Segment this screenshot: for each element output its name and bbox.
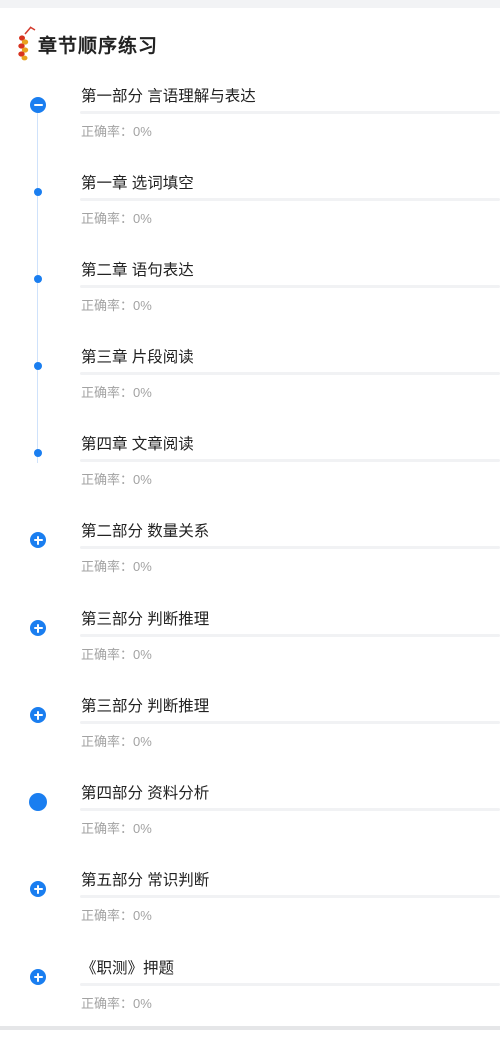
timeline-dot-icon[interactable] [34,275,42,283]
section-header: 章节顺序练习 [16,24,158,64]
accuracy-label: 正确率：0% [81,821,152,836]
chapter-title[interactable]: 第五部分 常识判断 [81,870,209,892]
chapter-item[interactable]: 第三章 片段阅读正确率：0% [0,347,500,434]
accuracy-label: 正确率：0% [81,734,152,749]
chapter-item[interactable]: 第一章 选词填空正确率：0% [0,173,500,260]
collapse-minus-icon[interactable] [30,97,46,113]
firecracker-icon [18,26,36,61]
chapter-item[interactable]: 第三部分 判断推理正确率：0% [0,609,500,696]
accuracy-label: 正确率：0% [81,385,152,400]
chapter-title[interactable]: 第一章 选词填空 [81,173,194,195]
accuracy-label: 正确率：0% [81,211,152,226]
progress-bar [80,895,500,898]
chapter-item[interactable]: 第二部分 数量关系正确率：0% [0,521,500,608]
accuracy-label: 正确率：0% [81,996,152,1011]
accuracy-label: 正确率：0% [81,472,152,487]
progress-bar [80,198,500,201]
chapter-title[interactable]: 第一部分 言语理解与表达 [81,86,256,108]
chapter-title[interactable]: 第四部分 资料分析 [81,783,209,805]
timeline-dot-icon[interactable] [34,188,42,196]
page-title: 章节顺序练习 [38,35,159,57]
progress-bar [80,634,500,637]
chapter-item[interactable]: 第二章 语句表达正确率：0% [0,260,500,347]
bottom-divider [0,1026,500,1030]
accuracy-label: 正确率：0% [81,559,152,574]
chapter-title[interactable]: 第三部分 判断推理 [81,696,209,718]
chapter-title[interactable]: 第四章 文章阅读 [81,434,194,456]
expand-plus-icon[interactable] [30,969,46,985]
expand-plus-icon[interactable] [30,532,46,548]
chapter-item[interactable]: 第三部分 判断推理正确率：0% [0,696,500,783]
chapter-item[interactable]: 第四部分 资料分析正确率：0% [0,783,500,870]
progress-bar [80,111,500,114]
filled-circle-icon[interactable] [29,793,47,811]
expand-plus-icon[interactable] [30,620,46,636]
timeline-dot-icon[interactable] [34,362,42,370]
chapter-title[interactable]: 《职测》押题 [81,958,174,980]
accuracy-label: 正确率：0% [81,124,152,139]
accuracy-label: 正确率：0% [81,298,152,313]
accuracy-label: 正确率：0% [81,647,152,662]
chapter-title[interactable]: 第二章 语句表达 [81,260,194,282]
chapter-item[interactable]: 第五部分 常识判断正确率：0% [0,870,500,957]
accuracy-label: 正确率：0% [81,908,152,923]
progress-bar [80,546,500,549]
chapter-item[interactable]: 《职测》押题正确率：0% [0,958,500,1045]
expand-plus-icon[interactable] [30,707,46,723]
top-divider [0,0,500,8]
chapter-item[interactable]: 第四章 文章阅读正确率：0% [0,434,500,521]
chapter-title[interactable]: 第三章 片段阅读 [81,347,194,369]
progress-bar [80,285,500,288]
chapter-title[interactable]: 第三部分 判断推理 [81,609,209,631]
progress-bar [80,808,500,811]
progress-bar [80,459,500,462]
progress-bar [80,983,500,986]
progress-bar [80,721,500,724]
expand-plus-icon[interactable] [30,881,46,897]
chapter-title[interactable]: 第二部分 数量关系 [81,521,209,543]
chapter-item[interactable]: 第一部分 言语理解与表达正确率：0% [0,86,500,173]
timeline-dot-icon[interactable] [34,449,42,457]
progress-bar [80,372,500,375]
